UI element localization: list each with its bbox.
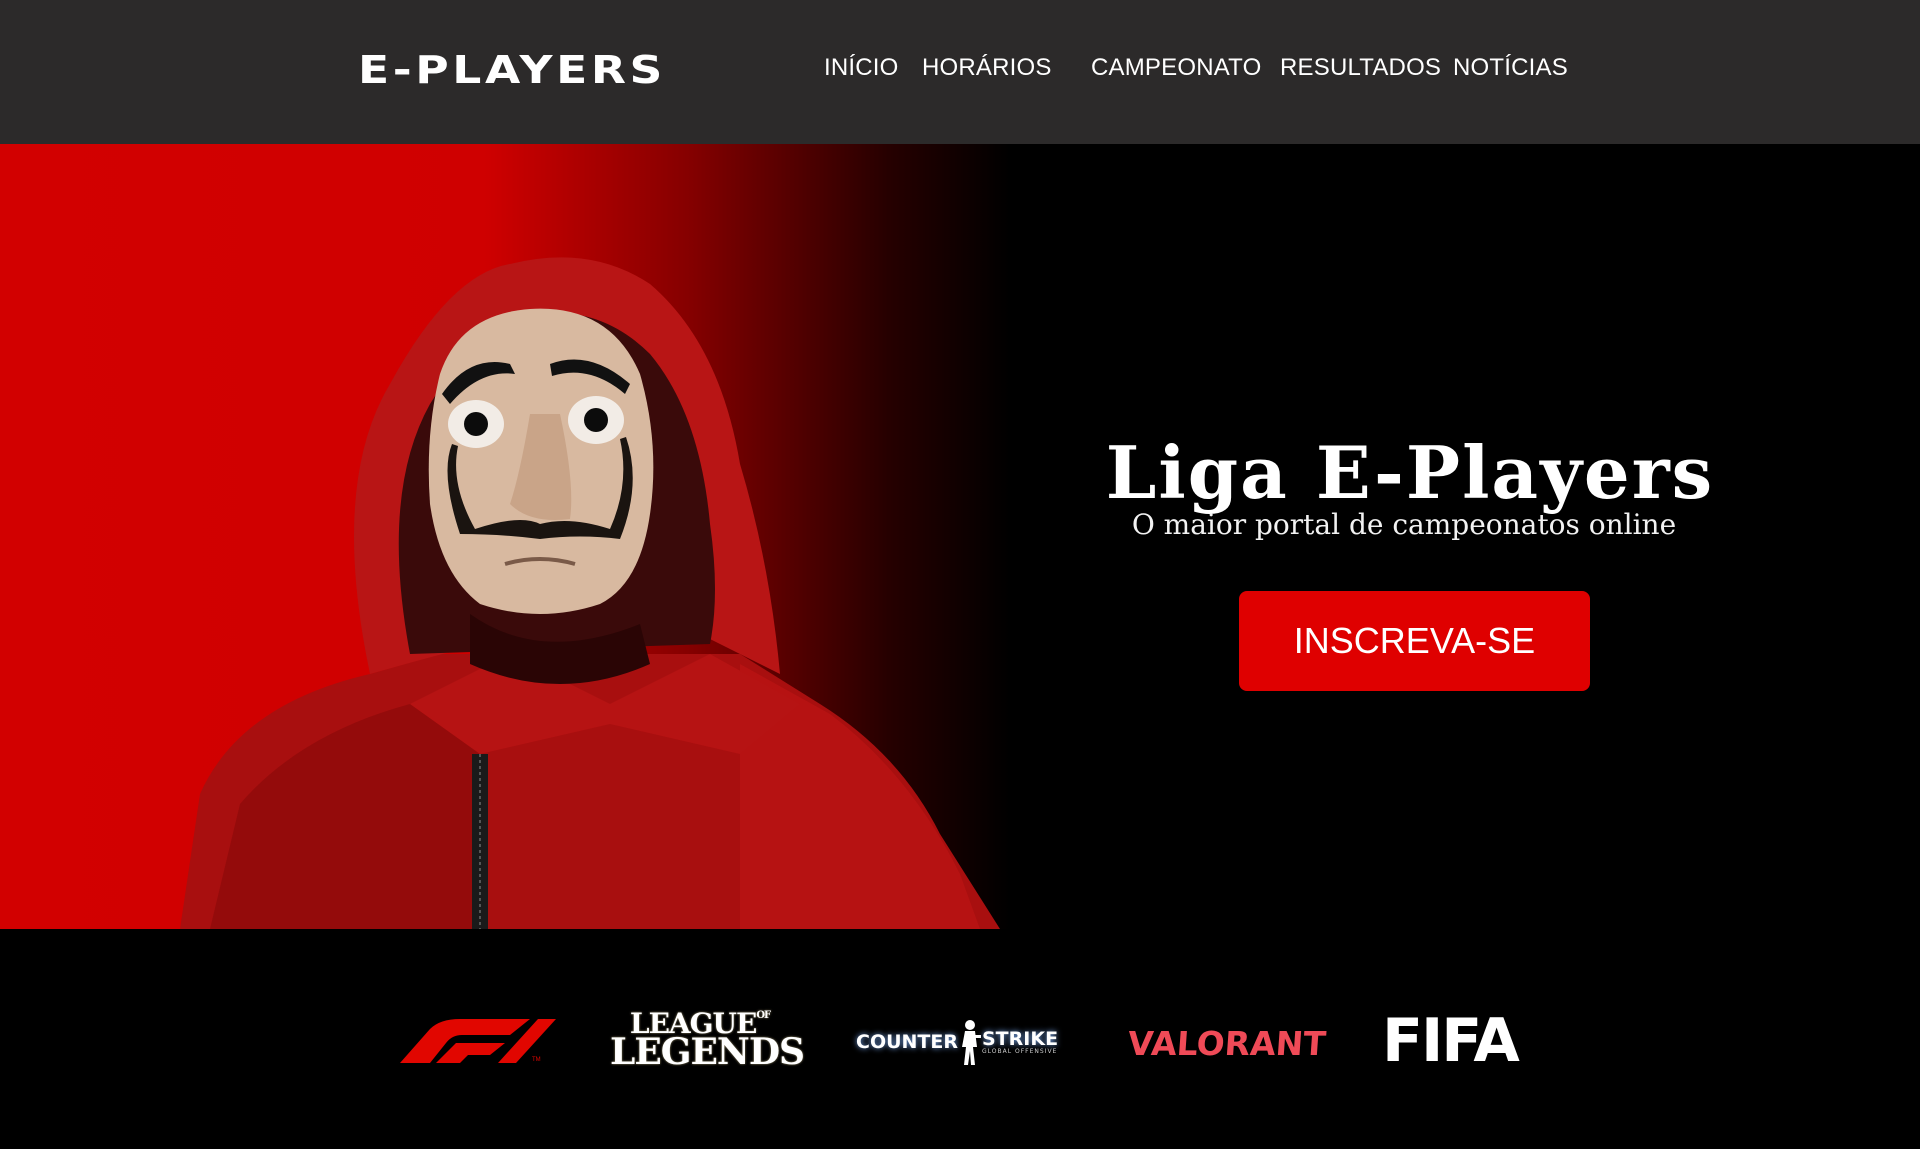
lol-wordmark: LEAGUEOF LEGENDS bbox=[610, 1009, 805, 1074]
hero-masked-figure-image bbox=[180, 257, 1000, 929]
lol-word-legends: LEGENDS bbox=[610, 1031, 805, 1074]
f1-trademark: TM bbox=[532, 1057, 541, 1063]
hero-title: Liga E-Players bbox=[1105, 430, 1715, 516]
nav-link-resultados[interactable]: RESULTADOS bbox=[1280, 54, 1441, 82]
hero-subtitle: O maior portal de campeonatos online bbox=[1131, 508, 1677, 541]
main-nav: INÍCIO HORÁRIOS CAMPEONATO RESULTADOS NO… bbox=[0, 54, 1920, 94]
counter-strike-logo[interactable]: COUNTER STRIKE GLOBAL OFFENSIVE bbox=[856, 1017, 1066, 1067]
signup-button[interactable]: INSCREVA-SE bbox=[1239, 591, 1590, 691]
f1-logo[interactable]: TM bbox=[390, 1017, 556, 1063]
league-of-legends-logo[interactable]: LEAGUEOF LEGENDS bbox=[610, 1007, 805, 1074]
nav-link-noticias[interactable]: NOTÍCIAS bbox=[1453, 54, 1568, 82]
cs-word-counter: COUNTER bbox=[856, 1031, 958, 1053]
lol-word-of: OF bbox=[756, 1009, 771, 1021]
cs-word-strike: STRIKE bbox=[982, 1027, 1059, 1050]
game-logos-bar: TM LEAGUEOF LEGENDS COUNTER STRIKE GLOBA… bbox=[0, 929, 1920, 1149]
nav-link-inicio[interactable]: INÍCIO bbox=[824, 54, 899, 82]
cs-word-global-offensive: GLOBAL OFFENSIVE bbox=[982, 1047, 1058, 1055]
top-navbar: E-PLAYERS INÍCIO HORÁRIOS CAMPEONATO RES… bbox=[0, 0, 1920, 144]
cs-soldier-icon bbox=[962, 1020, 981, 1065]
fifa-logo[interactable]: FIFA bbox=[1382, 1006, 1520, 1076]
f1-logo-icon: TM bbox=[400, 1019, 556, 1063]
valorant-logo[interactable]: VALORANT bbox=[1127, 1023, 1328, 1063]
nav-link-campeonato[interactable]: CAMPEONATO bbox=[1091, 54, 1261, 82]
nav-link-horarios[interactable]: HORÁRIOS bbox=[922, 54, 1052, 82]
hero-banner: Liga E-Players O maior portal de campeon… bbox=[0, 144, 1920, 929]
